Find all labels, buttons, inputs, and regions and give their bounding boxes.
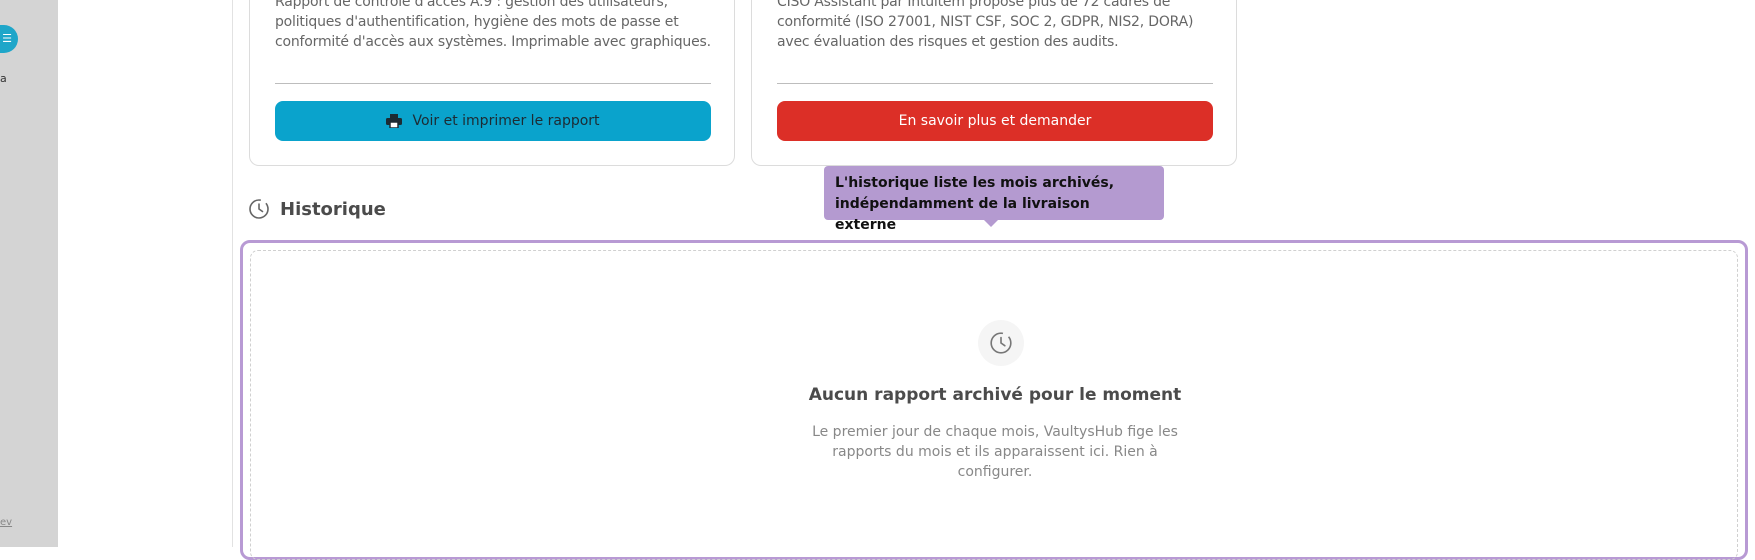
clock-icon xyxy=(990,332,1012,354)
card-separator xyxy=(275,83,711,84)
history-tooltip: L'historique liste les mois archivés, in… xyxy=(824,166,1164,233)
printer-icon xyxy=(386,114,403,128)
clock-icon xyxy=(249,199,269,219)
history-empty-state: Aucun rapport archivé pour le moment Le … xyxy=(250,250,1738,560)
card-description: CISO Assistant par Intuitem propose plus… xyxy=(777,0,1194,50)
empty-state-icon-wrap xyxy=(978,320,1024,366)
card-separator xyxy=(777,83,1213,84)
sidebar: ☰ a ev xyxy=(0,0,58,547)
view-print-report-label: Voir et imprimer le rapport xyxy=(412,113,600,129)
menu-toggle-button[interactable]: ☰ xyxy=(0,25,18,53)
history-section-header: Historique xyxy=(248,198,386,220)
history-title: Historique xyxy=(280,198,386,220)
view-print-report-button[interactable]: Voir et imprimer le rapport xyxy=(275,101,711,141)
card-description: Rapport de contrôle d'accès A.9 : gestio… xyxy=(275,0,711,50)
ciso-assistant-card: CISO Assistant par Intuitem propose plus… xyxy=(751,0,1237,166)
empty-state-title: Aucun rapport archivé pour le moment xyxy=(808,385,1182,405)
sidebar-footer-link[interactable]: ev xyxy=(0,517,12,528)
content-divider xyxy=(232,0,233,547)
learn-more-request-button[interactable]: En savoir plus et demander xyxy=(777,101,1213,141)
access-control-report-card: Rapport de contrôle d'accès A.9 : gestio… xyxy=(249,0,735,166)
empty-state-description: Le premier jour de chaque mois, VaultysH… xyxy=(812,424,1178,480)
learn-more-request-label: En savoir plus et demander xyxy=(898,113,1092,129)
sidebar-item-label[interactable]: a xyxy=(0,72,7,85)
